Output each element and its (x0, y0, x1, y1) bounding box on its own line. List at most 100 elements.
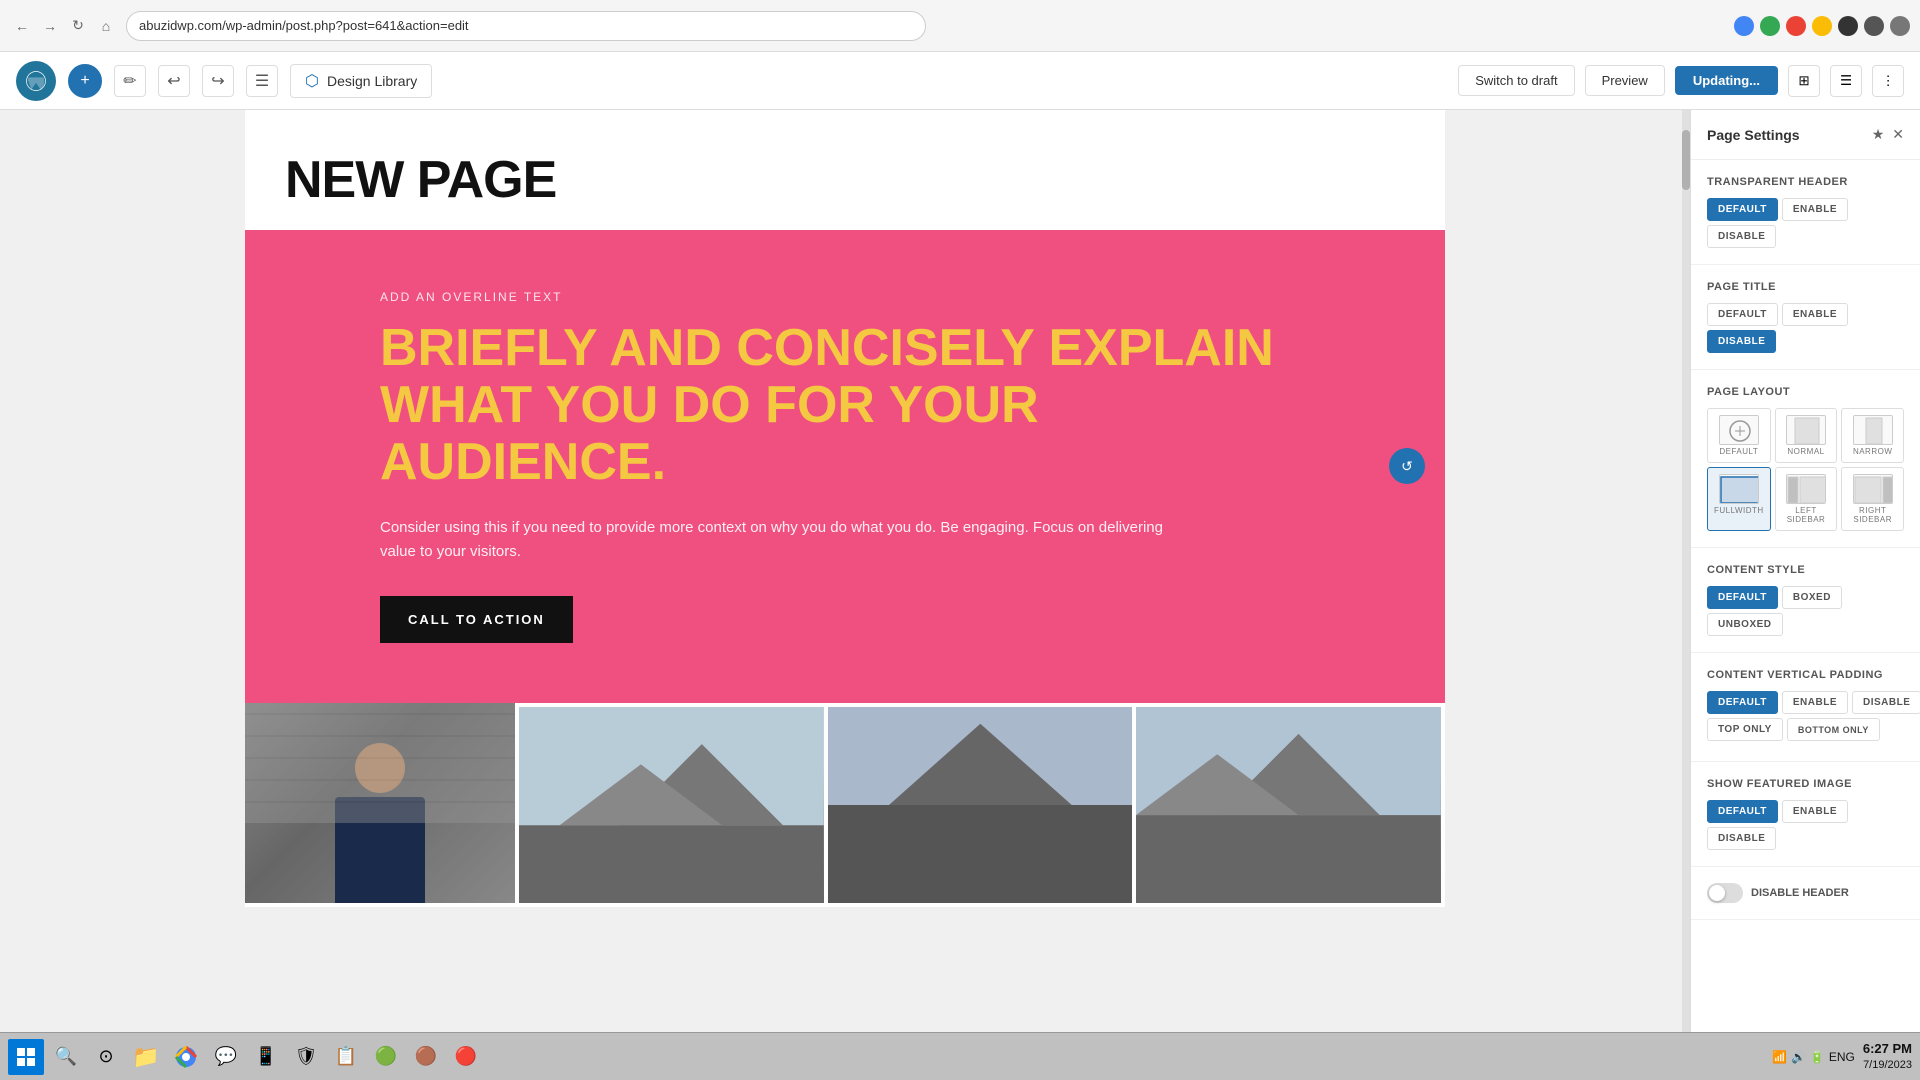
design-library-button[interactable]: ⬡ Design Library (290, 64, 432, 98)
back-button[interactable]: ← (10, 14, 34, 38)
close-icon[interactable]: ✕ (1892, 126, 1904, 143)
date-text: 7/19/2023 (1863, 1058, 1912, 1072)
hero-headline-line1: BRIEFLY AND CONCISELY EXPLAIN (380, 319, 1274, 377)
menu-button[interactable]: ☰ (246, 65, 278, 97)
featured-image-disable[interactable]: DISABLE (1707, 827, 1776, 850)
content-style-label: Content Style (1707, 564, 1904, 576)
taskbar-search[interactable]: 🔍 (48, 1039, 84, 1075)
content-style-default[interactable]: DEFAULT (1707, 586, 1778, 609)
view-toggle-button[interactable]: ⊞ (1788, 65, 1820, 97)
updating-button[interactable]: Updating... (1675, 66, 1778, 95)
taskbar-app4[interactable]: 📋 (328, 1039, 364, 1075)
preview-button[interactable]: Preview (1585, 65, 1665, 96)
content-padding-top-only[interactable]: TOP ONLY (1707, 718, 1783, 741)
page-title-default[interactable]: DEFAULT (1707, 303, 1778, 326)
layout-grid: DEFAULT NORMAL NARROW (1707, 408, 1904, 531)
add-block-button[interactable]: + (68, 64, 102, 98)
content-style-boxed[interactable]: BOXED (1782, 586, 1842, 609)
browser-nav-buttons: ← → ↻ ⌂ (10, 14, 118, 38)
content-padding-disable[interactable]: DISABLE (1852, 691, 1920, 714)
toolbar-right: Switch to draft Preview Updating... ⊞ ☰ … (1458, 65, 1904, 97)
disable-header-toggle[interactable] (1707, 883, 1743, 903)
taskbar-app2[interactable]: 📱 (248, 1039, 284, 1075)
wp-toolbar: + ✏ ↩ ↪ ☰ ⬡ Design Library Switch to dra… (0, 52, 1920, 110)
taskbar-explorer[interactable]: 📁 (128, 1039, 164, 1075)
page-title-enable[interactable]: ENABLE (1782, 303, 1848, 326)
hero-subtext: Consider using this if you need to provi… (380, 516, 1180, 564)
cta-button[interactable]: CALL TO ACTION (380, 596, 573, 643)
extension-icon-1[interactable] (1734, 16, 1754, 36)
extension-icon-5[interactable] (1838, 16, 1858, 36)
page-content: NEW PAGE ADD AN OVERLINE TEXT BRIEFLY AN… (245, 110, 1445, 907)
time-display[interactable]: 6:27 PM 7/19/2023 (1863, 1041, 1912, 1072)
language-label[interactable]: ENG (1829, 1050, 1855, 1064)
gallery-images (515, 703, 1445, 907)
editor-area[interactable]: NEW PAGE ADD AN OVERLINE TEXT BRIEFLY AN… (0, 110, 1690, 1080)
content-padding-enable[interactable]: ENABLE (1782, 691, 1848, 714)
page-title-settings-label: Page Title (1707, 281, 1904, 293)
layout-right-sidebar-label: RIGHT SIDEBAR (1848, 506, 1897, 524)
transparent-header-default[interactable]: DEFAULT (1707, 198, 1778, 221)
extension-icon-4[interactable] (1812, 16, 1832, 36)
taskbar-right: 📶 🔊 🔋 ENG 6:27 PM 7/19/2023 (1772, 1041, 1912, 1072)
taskbar-app5[interactable]: 🟢 (368, 1039, 404, 1075)
featured-image-enable[interactable]: ENABLE (1782, 800, 1848, 823)
settings-panel: Page Settings ★ ✕ Transparent Header DEF… (1690, 110, 1920, 1080)
content-style-unboxed[interactable]: UNBOXED (1707, 613, 1783, 636)
battery-icon[interactable]: 🔋 (1810, 1050, 1825, 1064)
scrollbar-track[interactable] (1682, 110, 1690, 1080)
design-library-label: Design Library (327, 73, 417, 89)
layout-narrow-label: NARROW (1853, 447, 1892, 456)
gallery-image-2 (828, 707, 1133, 903)
layout-normal-icon (1786, 415, 1826, 445)
taskbar-app3[interactable]: 🛡 (288, 1039, 324, 1075)
panel-title: Page Settings (1707, 127, 1800, 143)
star-icon[interactable]: ★ (1872, 126, 1885, 143)
layout-narrow-icon (1853, 415, 1893, 445)
refresh-overlay-icon[interactable]: ↺ (1389, 448, 1425, 484)
extension-icon-6[interactable] (1864, 16, 1884, 36)
wp-logo[interactable] (16, 61, 56, 101)
page-title-section-settings: Page Title DEFAULT ENABLE DISABLE (1691, 265, 1920, 370)
wifi-icon[interactable]: 📶 (1772, 1050, 1787, 1064)
forward-button[interactable]: → (38, 14, 62, 38)
volume-icon[interactable]: 🔊 (1791, 1050, 1806, 1064)
taskbar-cortana[interactable]: ⊙ (88, 1039, 124, 1075)
layout-fullwidth-icon (1719, 474, 1759, 504)
plus-icon: + (80, 72, 89, 90)
layout-default-button[interactable]: DEFAULT (1707, 408, 1771, 463)
edit-button[interactable]: ✏ (114, 65, 146, 97)
taskbar-app6[interactable]: 🟤 (408, 1039, 444, 1075)
switch-draft-button[interactable]: Switch to draft (1458, 65, 1574, 96)
layout-narrow-button[interactable]: NARROW (1841, 408, 1904, 463)
redo-button[interactable]: ↪ (202, 65, 234, 97)
layout-normal-button[interactable]: NORMAL (1775, 408, 1838, 463)
extension-icon-2[interactable] (1760, 16, 1780, 36)
layout-right-sidebar-button[interactable]: RIGHT SIDEBAR (1841, 467, 1904, 531)
page-title-disable[interactable]: DISABLE (1707, 330, 1776, 353)
settings-panel-toggle[interactable]: ☰ (1830, 65, 1862, 97)
menu-icon: ☰ (255, 71, 269, 91)
layout-normal-label: NORMAL (1787, 447, 1824, 456)
undo-button[interactable]: ↩ (158, 65, 190, 97)
content-padding-default[interactable]: DEFAULT (1707, 691, 1778, 714)
layout-left-sidebar-button[interactable]: LEFT SIDEBAR (1775, 467, 1838, 531)
taskbar-app7[interactable]: 🔴 (448, 1039, 484, 1075)
more-options-button[interactable]: ⋮ (1872, 65, 1904, 97)
design-library-icon: ⬡ (305, 71, 319, 91)
layout-fullwidth-button[interactable]: FULLWIDTH (1707, 467, 1771, 531)
taskbar-chrome[interactable] (168, 1039, 204, 1075)
transparent-header-disable[interactable]: DISABLE (1707, 225, 1776, 248)
profile-icon[interactable] (1890, 16, 1910, 36)
page-layout-label: Page Layout (1707, 386, 1904, 398)
transparent-header-enable[interactable]: ENABLE (1782, 198, 1848, 221)
address-bar[interactable]: abuzidwp.com/wp-admin/post.php?post=641&… (126, 11, 926, 41)
taskbar-start[interactable] (8, 1039, 44, 1075)
featured-image-default[interactable]: DEFAULT (1707, 800, 1778, 823)
scrollbar-thumb[interactable] (1682, 130, 1690, 190)
content-padding-bottom-only[interactable]: BOTTOM ONLY (1787, 718, 1880, 741)
taskbar-app1[interactable]: 💬 (208, 1039, 244, 1075)
extension-icon-3[interactable] (1786, 16, 1806, 36)
reload-button[interactable]: ↻ (66, 14, 90, 38)
home-button[interactable]: ⌂ (94, 14, 118, 38)
